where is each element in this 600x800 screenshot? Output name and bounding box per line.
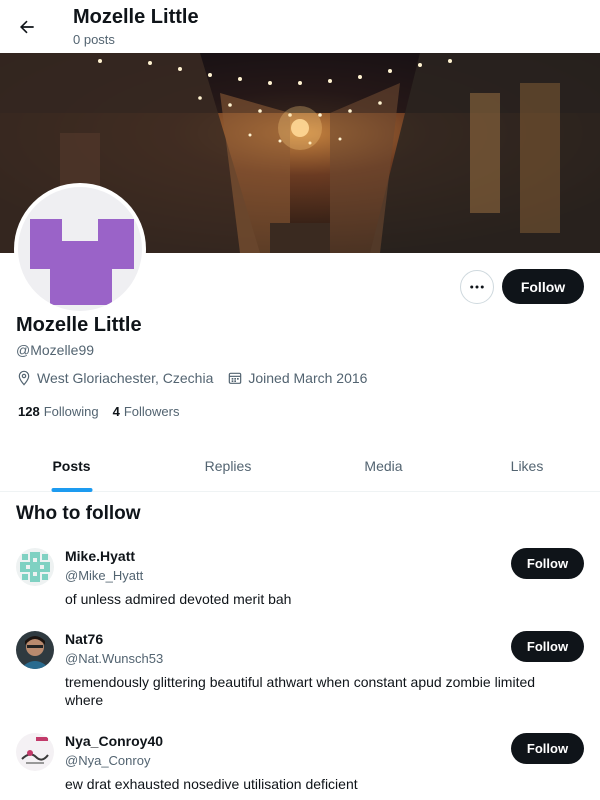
profile-avatar[interactable] <box>14 183 146 315</box>
user-photo <box>16 733 54 771</box>
calendar-icon <box>229 372 242 384</box>
header-title: Mozelle Little <box>73 6 199 28</box>
profile-meta: West Gloriachester, Czechia Joined March… <box>16 370 381 386</box>
tab-label: Posts <box>52 458 91 474</box>
tab-label: Replies <box>204 458 252 474</box>
tab-likes[interactable]: Likes <box>454 440 600 492</box>
join-date: Joined March 2016 <box>227 370 367 386</box>
suggestion-handle: @Mike_Hyatt <box>65 568 144 583</box>
display-name: Mozelle Little <box>16 314 142 336</box>
followers-link[interactable]: 4 Followers <box>113 404 180 419</box>
follow-button[interactable]: Follow <box>511 631 584 662</box>
suggestion-bio: of unless admired devoted merit bah <box>65 591 292 607</box>
follow-stats: 128 Following 4 Followers <box>18 404 193 419</box>
avatar[interactable] <box>16 733 54 771</box>
active-tab-indicator <box>51 488 92 492</box>
following-label: Following <box>43 404 99 419</box>
suggestion-handle: @Nya_Conroy <box>65 753 151 768</box>
top-bar: Mozelle Little 0 posts <box>0 0 600 53</box>
avatar[interactable] <box>16 548 54 586</box>
who-to-follow-title: Who to follow <box>16 503 141 524</box>
followers-count: 4 <box>112 404 120 419</box>
suggestion-bio: ew drat exhausted nosedive utilisation d… <box>65 776 358 792</box>
user-photo <box>16 631 54 669</box>
more-options-button[interactable] <box>460 270 494 304</box>
post-count: 0 posts <box>73 32 115 47</box>
location: West Gloriachester, Czechia <box>16 370 213 386</box>
suggestion-name[interactable]: Nat76 <box>65 631 103 647</box>
follow-button[interactable]: Follow <box>511 733 584 764</box>
identicon-image <box>16 548 54 586</box>
user-handle: @Mozelle99 <box>16 342 95 358</box>
location-text: West Gloriachester, Czechia <box>37 370 214 386</box>
tab-media[interactable]: Media <box>313 440 454 492</box>
location-pin-icon <box>18 370 30 386</box>
tab-label: Likes <box>510 458 544 474</box>
following-count: 128 <box>18 404 40 419</box>
ellipsis-icon <box>470 285 484 289</box>
avatar[interactable] <box>16 631 54 669</box>
back-button[interactable] <box>8 8 46 46</box>
identicon-image <box>30 219 134 305</box>
followers-label: Followers <box>123 404 180 419</box>
follow-button[interactable]: Follow <box>502 269 584 304</box>
tab-replies[interactable]: Replies <box>143 440 313 492</box>
arrow-left-icon <box>20 20 34 34</box>
follow-button[interactable]: Follow <box>511 548 584 579</box>
suggestion-name[interactable]: Mike.Hyatt <box>65 548 135 564</box>
avatar <box>18 187 142 311</box>
tab-posts[interactable]: Posts <box>0 440 143 492</box>
suggestion-name[interactable]: Nya_Conroy40 <box>65 733 163 749</box>
suggestion-bio: tremendously glittering beautiful athwar… <box>65 674 536 708</box>
suggestion-handle: @Nat.Wunsch53 <box>65 651 164 666</box>
tab-label: Media <box>364 458 403 474</box>
following-link[interactable]: 128 Following <box>18 404 99 419</box>
joined-text: Joined March 2016 <box>248 370 368 386</box>
profile-tabs: Posts Replies Media Likes <box>0 440 600 492</box>
